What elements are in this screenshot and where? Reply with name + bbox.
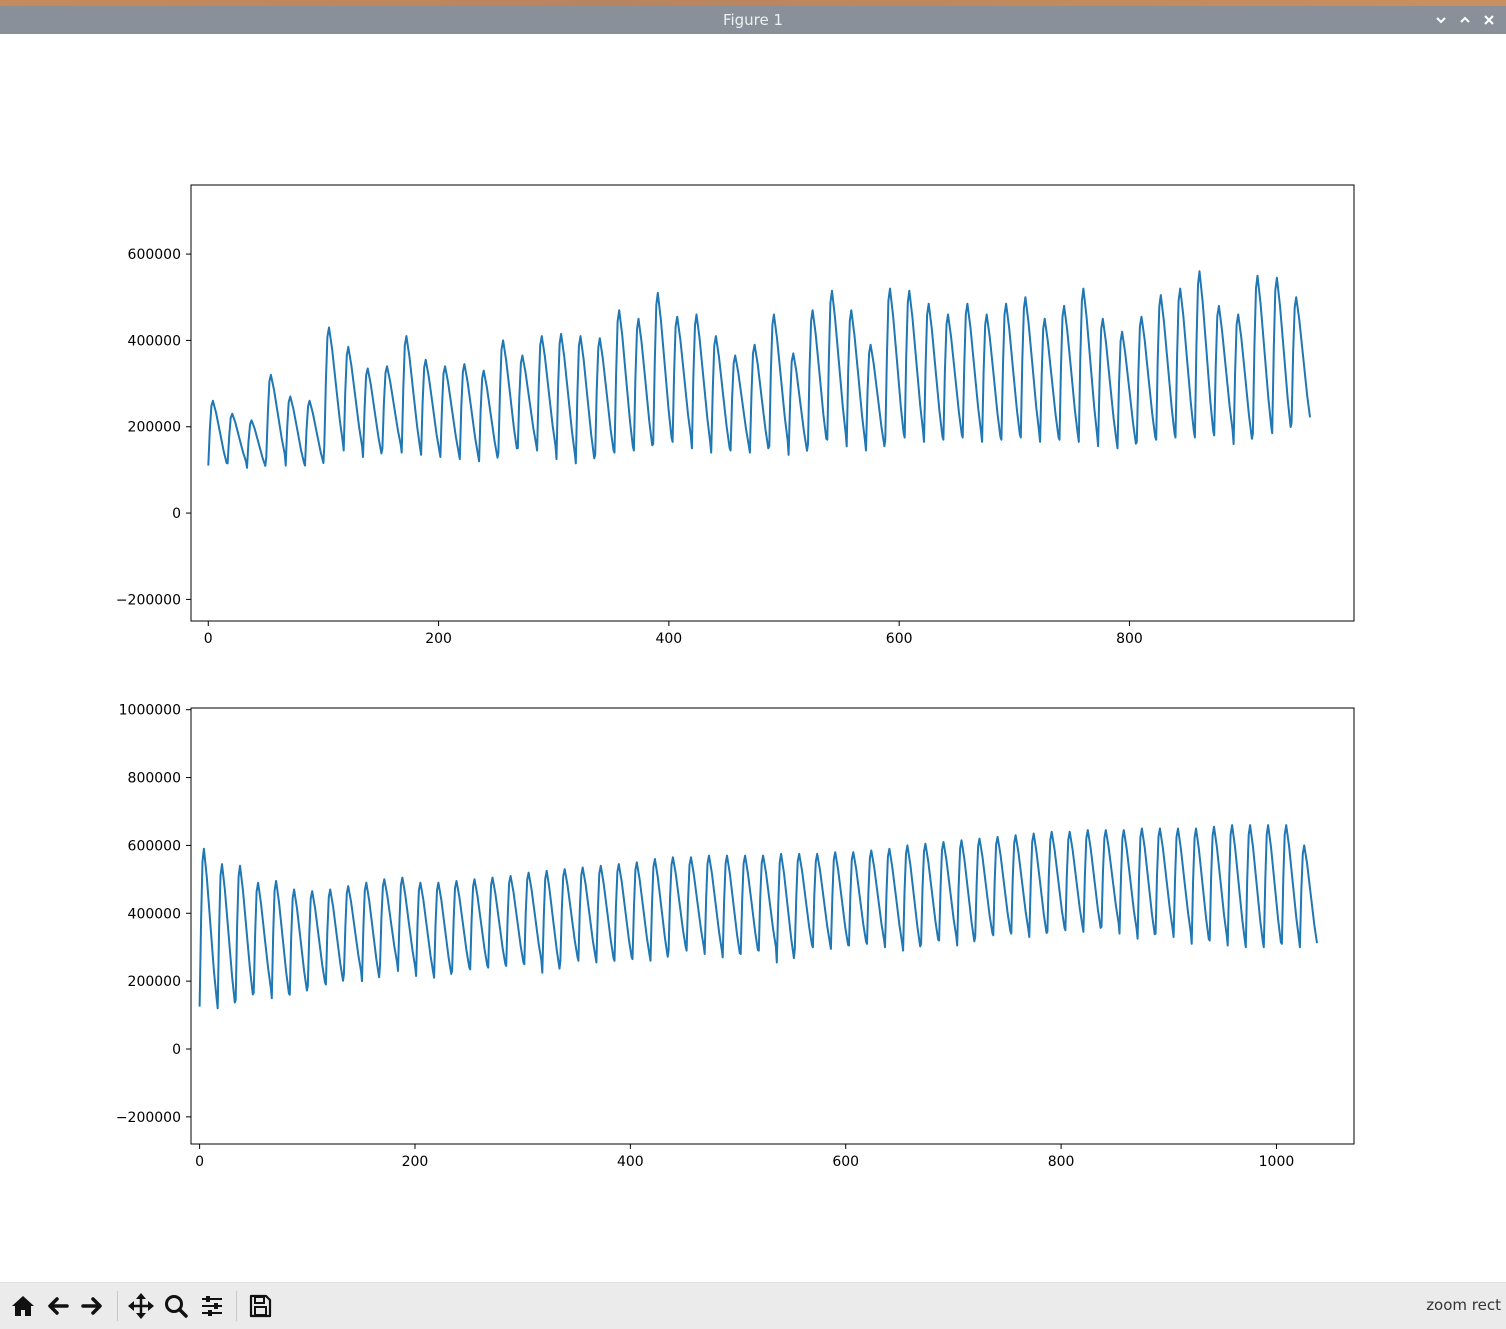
pan-button[interactable]	[126, 1291, 156, 1321]
series-line-1	[207, 270, 1311, 469]
x-tick-label: 400	[617, 1154, 644, 1170]
y-tick-label: 0	[172, 1042, 181, 1058]
x-tick-label: 1000	[1259, 1154, 1295, 1170]
floppy-disk-icon	[249, 1294, 272, 1318]
y-tick-label: 600000	[128, 838, 181, 854]
status-message: zoom rect	[1426, 1296, 1501, 1314]
y-tick-label: 400000	[128, 906, 181, 922]
y-tick-label: 0	[172, 506, 181, 522]
x-tick-label: 200	[425, 631, 452, 647]
figure-canvas[interactable]: 0 200 400 600 800 −200000 0 200000 400000 600000 0…	[1, 34, 1505, 1282]
forward-button[interactable]	[77, 1291, 107, 1321]
maximize-button[interactable]	[1456, 11, 1474, 29]
y-tick-label: 600000	[128, 247, 181, 263]
x-tick-label: 0	[195, 1154, 204, 1170]
navigation-toolbar: zoom rect	[0, 1282, 1506, 1329]
series-line-1	[198, 824, 1318, 1010]
chevron-up-icon	[1460, 16, 1470, 23]
figure-svg: 0 200 400 600 800−20000002000004000006000000…	[116, 184, 1355, 1170]
close-button[interactable]	[1480, 11, 1498, 29]
x-tick-label: 800	[1116, 631, 1143, 647]
toolbar-separator	[236, 1291, 237, 1321]
sliders-icon	[202, 1296, 222, 1316]
x-tick-label: 400	[655, 631, 682, 647]
y-tick-label: −200000	[116, 592, 181, 608]
magnifier-icon	[165, 1295, 188, 1318]
y-tick-label: −200000	[116, 1110, 181, 1126]
move-icon	[128, 1293, 154, 1319]
y-tick-label: 400000	[128, 333, 181, 349]
close-icon	[1484, 15, 1494, 25]
home-button[interactable]	[8, 1291, 38, 1321]
configure-subplots-button[interactable]	[197, 1291, 227, 1321]
subplot-2: 0 200 400 600 800 1000 −200000 0 200000 400000 600…	[116, 703, 1355, 1170]
arrow-left-icon	[48, 1297, 69, 1315]
x-tick-label: 0	[204, 631, 213, 647]
toolbar-separator	[117, 1291, 118, 1321]
x-tick-label: 600	[886, 631, 913, 647]
chevron-down-icon	[1436, 17, 1446, 24]
y-tick-label: 1000000	[119, 703, 181, 719]
zoom-button[interactable]	[161, 1291, 191, 1321]
subplot-1: 0 200 400 600 800 −200000 0 200000 400000 600000	[116, 184, 1355, 647]
y-tick-label: 200000	[128, 420, 181, 436]
x-tick-label: 200	[402, 1154, 429, 1170]
window-titlebar[interactable]: Figure 1	[0, 6, 1506, 34]
window-title: Figure 1	[722, 11, 784, 29]
save-button[interactable]	[245, 1291, 275, 1321]
arrow-right-icon	[81, 1297, 102, 1315]
x-tick-label: 600	[832, 1154, 859, 1170]
minimize-button[interactable]	[1432, 11, 1450, 29]
y-tick-label: 200000	[128, 974, 181, 990]
back-button[interactable]	[43, 1291, 73, 1321]
x-tick-label: 800	[1048, 1154, 1075, 1170]
home-icon	[12, 1296, 34, 1316]
y-tick-label: 800000	[128, 771, 181, 787]
